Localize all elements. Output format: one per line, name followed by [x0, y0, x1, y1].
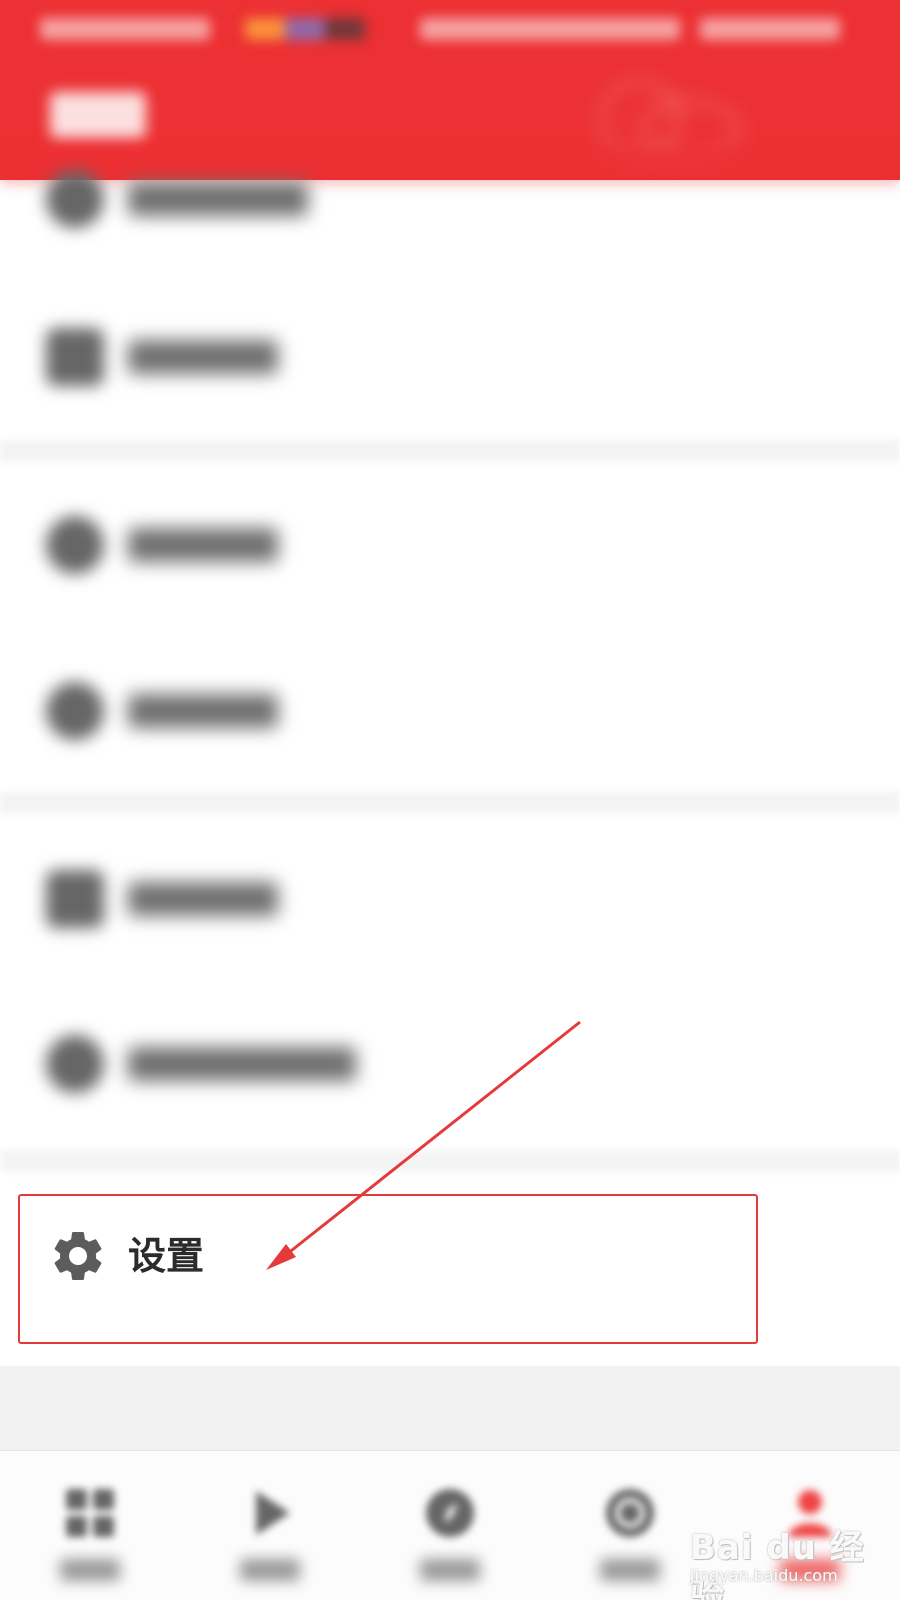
- section-divider: [0, 440, 900, 462]
- menu-label: [128, 882, 278, 916]
- menu-label: [128, 340, 278, 374]
- tab-discover[interactable]: [360, 1451, 540, 1600]
- status-bar: [0, 0, 900, 70]
- list-item[interactable]: [0, 298, 900, 418]
- play-icon: [256, 1491, 290, 1535]
- gear-icon: [54, 1231, 102, 1280]
- bottom-spacer: [0, 1366, 900, 1450]
- page-title: [50, 92, 146, 138]
- baidu-watermark: Bai du 经验 jingyan.baidu.com: [690, 1520, 890, 1600]
- list-item[interactable]: [0, 652, 900, 772]
- menu-label: [128, 182, 308, 216]
- tab-home[interactable]: [0, 1451, 180, 1600]
- watermark-url: jingyan.baidu.com: [690, 1566, 838, 1585]
- menu-icon: [46, 328, 104, 386]
- list-item[interactable]: [0, 1005, 900, 1125]
- list-item[interactable]: [0, 486, 900, 606]
- record-icon: [606, 1489, 654, 1537]
- menu-icon: [46, 1035, 104, 1093]
- menu-icon: [46, 516, 104, 574]
- list-item[interactable]: [0, 140, 900, 260]
- menu-label: [128, 694, 278, 728]
- grid-icon: [66, 1489, 114, 1537]
- tab-video[interactable]: [180, 1451, 360, 1600]
- menu-label: [128, 528, 278, 562]
- menu-icon: [46, 682, 104, 740]
- menu-icon: [46, 170, 104, 228]
- section-divider: [0, 1150, 900, 1172]
- settings-label: 设置: [128, 1234, 205, 1278]
- menu-label: [128, 1047, 356, 1081]
- menu-icon: [46, 870, 104, 928]
- section-divider: [0, 792, 900, 814]
- list-item[interactable]: [0, 840, 900, 960]
- compass-icon: [426, 1489, 474, 1537]
- watermark-main: Bai du 经验: [690, 1528, 865, 1600]
